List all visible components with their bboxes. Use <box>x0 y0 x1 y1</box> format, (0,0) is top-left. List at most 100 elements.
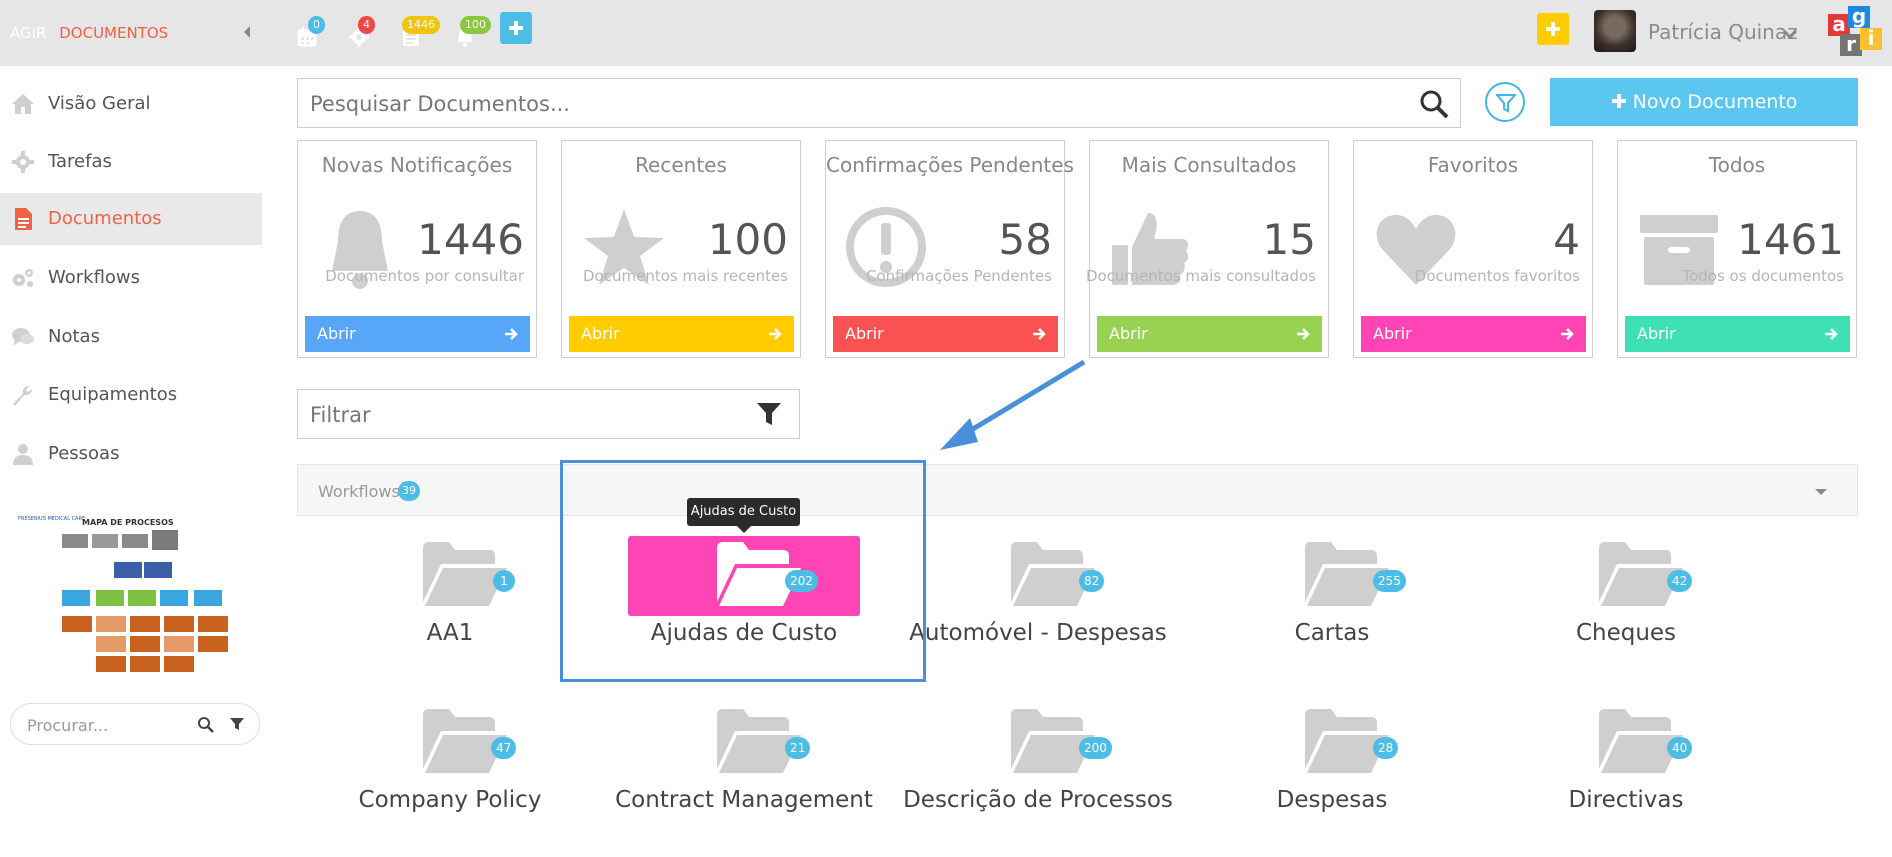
sidebar-search-input[interactable]: Procurar... <box>27 716 108 735</box>
document-search[interactable]: Pesquisar Documentos... <box>297 78 1461 128</box>
folder-automovel-despesas[interactable]: 82 Automóvel - Despesas <box>893 540 1183 690</box>
folder-label: Despesas <box>1276 787 1388 813</box>
folder-label: Contract Management <box>615 787 873 813</box>
process-map-block <box>62 590 90 606</box>
open-button-label: Abrir <box>581 324 620 343</box>
document-icon[interactable]: 1446 <box>392 14 440 54</box>
folder-count-badge: 82 <box>1079 570 1105 592</box>
folder-count-badge: 40 <box>1667 737 1693 759</box>
card-title: Confirmações Pendentes <box>826 153 1074 177</box>
sidebar-item-documentos[interactable]: Documentos <box>0 193 262 245</box>
arrow-right-icon <box>505 328 518 340</box>
process-map-block <box>96 590 124 606</box>
open-button[interactable]: Abrir <box>1097 316 1322 352</box>
card-recentes: Recentes 100 Documentos mais recentes Ab… <box>561 140 801 358</box>
arrow-right-icon <box>1561 328 1574 340</box>
sidebar-item-equipamentos[interactable]: Equipamentos <box>0 369 262 421</box>
filter-icon[interactable] <box>756 401 782 427</box>
process-map-block <box>164 616 194 632</box>
workflow-filter-input[interactable]: Filtrar <box>310 403 371 427</box>
folder-company-policy[interactable]: 47 Company Policy <box>305 707 595 857</box>
card-subtitle: Documentos mais recentes <box>583 267 788 285</box>
card-count: 1446 <box>417 215 524 264</box>
sidebar-item-label: Documentos <box>48 208 162 229</box>
card-title: Novas Notificações <box>321 153 513 177</box>
avatar[interactable] <box>1594 10 1636 52</box>
process-map-block <box>198 616 228 632</box>
sidebar-search[interactable]: Procurar... <box>10 703 260 745</box>
folder-label: Automóvel - Despesas <box>909 620 1167 646</box>
search-icon[interactable] <box>1418 88 1450 120</box>
sidebar-item-visao-geral[interactable]: Visão Geral <box>0 78 262 130</box>
chevron-down-icon[interactable] <box>1782 25 1798 44</box>
user-name[interactable]: Patrícia Quinaz <box>1648 20 1798 44</box>
card-subtitle: Documentos favoritos <box>1414 267 1580 285</box>
folder-count-badge: 42 <box>1667 570 1693 592</box>
comments-icon <box>12 328 34 346</box>
card-confirmacoes-pendentes: Confirmações Pendentes 58 Confirmações P… <box>825 140 1074 358</box>
top-bar: AGIR DOCUMENTOS 0 4 1446 100 Patrícia Qu… <box>0 0 1892 66</box>
folder-directivas[interactable]: 40 Directivas <box>1481 707 1771 857</box>
folder-cheques[interactable]: 42 Cheques <box>1481 540 1771 690</box>
sidebar-item-tarefas[interactable]: Tarefas <box>0 136 262 188</box>
process-map-image[interactable]: FRESENIUS MEDICAL CARE MAPA DE PROCESOS <box>14 516 230 672</box>
card-count: 100 <box>707 215 788 264</box>
sidebar-item-pessoas[interactable]: Pessoas <box>0 428 262 480</box>
folder-contract-management[interactable]: 21 Contract Management <box>599 707 889 857</box>
callout-highlight-box <box>560 460 926 682</box>
plus-icon <box>1611 94 1626 108</box>
new-document-button[interactable]: Novo Documento <box>1550 78 1858 126</box>
process-map-brand: FRESENIUS MEDICAL CARE <box>18 516 86 522</box>
sidebar-item-workflows[interactable]: Workflows <box>0 252 262 304</box>
gear-icon[interactable]: 4 <box>340 14 380 54</box>
advanced-filter-button[interactable] <box>1485 82 1525 122</box>
open-button[interactable]: Abrir <box>833 316 1058 352</box>
caret-down-icon[interactable] <box>1814 487 1828 497</box>
process-map-block <box>164 656 194 672</box>
folder-count-badge: 1 <box>493 570 515 592</box>
bell-icon[interactable]: 100 <box>446 14 491 54</box>
folder-despesas[interactable]: 28 Despesas <box>1187 707 1477 857</box>
sidebar-item-label: Tarefas <box>48 151 112 172</box>
process-map-block <box>96 636 126 652</box>
folder-aa1[interactable]: 1 AA1 <box>305 540 595 690</box>
workflows-section-header[interactable]: Workflows 39 <box>297 464 1858 516</box>
search-icon[interactable] <box>197 716 215 734</box>
process-map-block <box>62 616 92 632</box>
folder-count-badge: 255 <box>1373 570 1406 592</box>
open-button[interactable]: Abrir <box>305 316 530 352</box>
process-map-block <box>152 530 178 550</box>
filter-icon[interactable] <box>229 716 245 732</box>
sidebar-item-label: Pessoas <box>48 443 120 464</box>
document-badge: 1446 <box>402 16 440 34</box>
process-map-block <box>96 616 126 632</box>
card-count: 15 <box>1262 215 1316 264</box>
gear-icon <box>12 151 34 173</box>
folder-cartas[interactable]: 255 Cartas <box>1187 540 1477 690</box>
gear-badge: 4 <box>358 16 375 34</box>
process-map-block <box>194 590 222 606</box>
folder-label: AA1 <box>426 620 474 646</box>
brand-primary: AGIR <box>10 24 47 42</box>
quick-add-button[interactable] <box>500 12 532 44</box>
process-map-block <box>130 616 160 632</box>
folder-count-badge: 200 <box>1079 737 1112 759</box>
open-button[interactable]: Abrir <box>569 316 794 352</box>
brand[interactable]: AGIR DOCUMENTOS <box>10 24 168 42</box>
arrow-right-icon <box>769 328 782 340</box>
process-map-block <box>130 656 160 672</box>
workflow-filter[interactable]: Filtrar <box>297 389 800 439</box>
calendar-icon[interactable]: 0 <box>288 14 328 54</box>
open-button[interactable]: Abrir <box>1361 316 1586 352</box>
arrow-right-icon <box>1033 328 1046 340</box>
create-button[interactable] <box>1537 13 1569 45</box>
process-map-block <box>92 534 118 548</box>
folder-descricao-de-processos[interactable]: 200 Descrição de Processos <box>893 707 1183 857</box>
document-search-input[interactable]: Pesquisar Documentos... <box>310 92 570 116</box>
collapse-sidebar-icon[interactable] <box>240 22 254 42</box>
card-count: 1461 <box>1737 215 1844 264</box>
open-button[interactable]: Abrir <box>1625 316 1850 352</box>
sidebar-item-notas[interactable]: Notas <box>0 311 262 363</box>
process-map-block <box>128 590 156 606</box>
process-map-block <box>96 656 126 672</box>
